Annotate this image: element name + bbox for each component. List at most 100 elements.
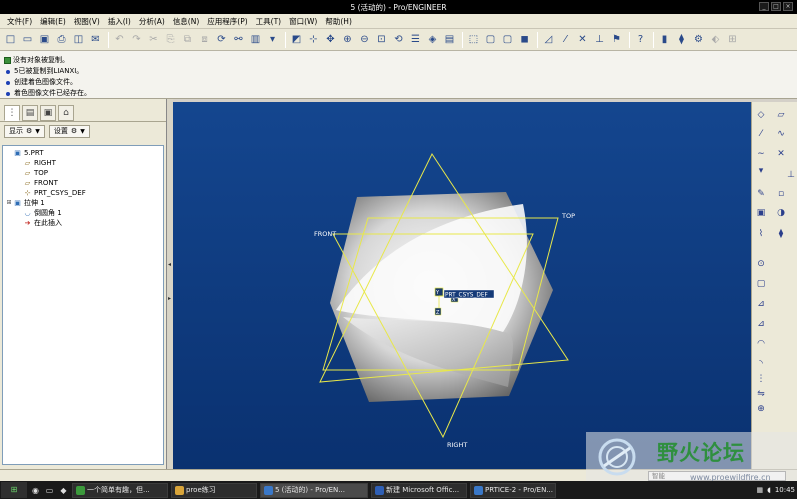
shading-icon[interactable]: ◼: [517, 32, 532, 47]
close-button[interactable]: ×: [783, 2, 793, 11]
hole-icon[interactable]: ⊙: [754, 257, 768, 271]
model-scene[interactable]: FRONT TOP RIGHT Y Z X PRT_CSYS_DEF: [173, 102, 751, 469]
cut-icon[interactable]: ✂: [146, 32, 161, 47]
sketched-curve-icon[interactable]: ∼: [754, 147, 768, 161]
print-preview-icon[interactable]: ◫: [71, 32, 86, 47]
shell-icon[interactable]: ▢: [754, 277, 768, 291]
tray-volume-icon[interactable]: ◖: [767, 483, 771, 497]
tree-item[interactable]: ▱ FRONT: [5, 178, 163, 188]
datum-points-icon[interactable]: ✕: [575, 32, 590, 47]
tray-network-icon[interactable]: ▦: [756, 483, 763, 497]
draft-icon[interactable]: ⊿: [754, 317, 768, 331]
datum-plane-icon[interactable]: ◇: [754, 108, 768, 122]
menu-item-0[interactable]: 文件(F): [3, 16, 36, 27]
csys-create-icon[interactable]: ⊥: [784, 168, 797, 182]
history-tab-icon[interactable]: ⌂: [58, 105, 74, 121]
expand-right-icon[interactable]: ▸: [168, 295, 171, 302]
datum-planes-icon[interactable]: ◿: [541, 32, 556, 47]
merge-icon[interactable]: ⊕: [754, 402, 768, 416]
tree-item[interactable]: ⊞ ▣ 拉伸 1: [5, 198, 163, 208]
feature-icon-2[interactable]: ⧫: [674, 32, 689, 47]
copy-icon[interactable]: ⎘: [163, 32, 178, 47]
folder-browser-tab-icon[interactable]: ▤: [22, 105, 38, 121]
datum-axis-icon[interactable]: ⁄: [754, 127, 768, 141]
feature-icon-3[interactable]: ⚙: [691, 32, 706, 47]
reorient-icon[interactable]: ⟲: [391, 32, 406, 47]
collapse-left-icon[interactable]: ◂: [168, 261, 171, 268]
dropdown-icon[interactable]: ▾: [265, 32, 280, 47]
email-icon[interactable]: ✉: [88, 32, 103, 47]
variable-sweep-icon[interactable]: ⌇: [754, 227, 768, 241]
no-hidden-icon[interactable]: ▢: [500, 32, 515, 47]
orient-mode-icon[interactable]: ✥: [323, 32, 338, 47]
show-menu-button[interactable]: 显示 ⚙ ▼: [4, 125, 45, 138]
datum-plane-offset-icon[interactable]: ▱: [774, 108, 788, 122]
save-icon[interactable]: ▣: [37, 32, 52, 47]
analysis-icon[interactable]: ▫: [774, 187, 788, 201]
extrude-icon[interactable]: ▣: [754, 206, 768, 220]
top-plane-label[interactable]: TOP: [561, 212, 575, 220]
new-icon[interactable]: □: [3, 32, 18, 47]
sketch-tool-icon[interactable]: ✎: [754, 187, 768, 201]
feature-icon-4[interactable]: ⬖: [708, 32, 723, 47]
menu-item-1[interactable]: 编辑(E): [36, 16, 70, 27]
regenerate-icon[interactable]: ⟳: [214, 32, 229, 47]
redo-icon[interactable]: ↷: [129, 32, 144, 47]
datum-point-dropdown-icon[interactable]: ▾: [754, 164, 768, 178]
datum-point-icon[interactable]: ✕: [774, 147, 788, 161]
mirror-icon[interactable]: ⇋: [754, 387, 768, 401]
hidden-line-icon[interactable]: ▢: [483, 32, 498, 47]
quicklaunch-media-icon[interactable]: ◆: [58, 485, 69, 496]
menu-item-8[interactable]: 窗口(W): [285, 16, 321, 27]
menu-item-4[interactable]: 分析(A): [135, 16, 169, 27]
zoom-in-icon[interactable]: ⊕: [340, 32, 355, 47]
revolve-icon[interactable]: ◑: [774, 206, 788, 220]
start-button[interactable]: ⊞: [1, 482, 27, 498]
paste-special-icon[interactable]: ⧈: [197, 32, 212, 47]
datum-axes-icon[interactable]: ⁄: [558, 32, 573, 47]
select-filter-icon[interactable]: ▥: [248, 32, 263, 47]
taskbar-item[interactable]: 一个简单有趣，但...: [72, 482, 168, 498]
chamfer-icon[interactable]: ◝: [754, 357, 768, 371]
rib-icon[interactable]: ⊿: [754, 297, 768, 311]
graphics-window[interactable]: FRONT TOP RIGHT Y Z X PRT_CSYS_DEF: [173, 102, 751, 469]
maximize-button[interactable]: □: [771, 2, 781, 11]
open-icon[interactable]: ▭: [20, 32, 35, 47]
right-plane-label[interactable]: RIGHT: [447, 441, 467, 449]
zoom-out-icon[interactable]: ⊖: [357, 32, 372, 47]
print-icon[interactable]: ⎙: [54, 32, 69, 47]
menu-item-7[interactable]: 工具(T): [252, 16, 285, 27]
tree-item[interactable]: ▱ RIGHT: [5, 158, 163, 168]
blend-icon[interactable]: ⧫: [774, 227, 788, 241]
minimize-button[interactable]: _: [759, 2, 769, 11]
quicklaunch-browser-icon[interactable]: ◉: [30, 485, 41, 496]
favorites-tab-icon[interactable]: ▣: [40, 105, 56, 121]
menu-item-3[interactable]: 插入(I): [104, 16, 135, 27]
round-icon[interactable]: ◠: [754, 337, 768, 351]
feature-icon-1[interactable]: ▮: [657, 32, 672, 47]
context-help-icon[interactable]: ?: [633, 32, 648, 47]
tree-item[interactable]: ⊹ PRT_CSYS_DEF: [5, 188, 163, 198]
layers-icon[interactable]: ◈: [425, 32, 440, 47]
csys-icon[interactable]: ⊥: [592, 32, 607, 47]
taskbar-item[interactable]: 5 (活动的) - Pro/EN...: [260, 482, 368, 498]
spin-center-icon[interactable]: ⊹: [306, 32, 321, 47]
annotations-icon[interactable]: ⚑: [609, 32, 624, 47]
refit-icon[interactable]: ⊡: [374, 32, 389, 47]
quicklaunch-desktop-icon[interactable]: ▭: [44, 485, 55, 496]
menu-item-6[interactable]: 应用程序(P): [203, 16, 251, 27]
menu-item-5[interactable]: 信息(N): [169, 16, 203, 27]
front-plane-label[interactable]: FRONT: [314, 230, 336, 238]
tree-item[interactable]: ▱ TOP: [5, 168, 163, 178]
saved-views-icon[interactable]: ☰: [408, 32, 423, 47]
menu-item-2[interactable]: 视图(V): [70, 16, 104, 27]
settings-menu-button[interactable]: 设置 ⚙ ▼: [48, 125, 90, 138]
view-manager-icon[interactable]: ▤: [442, 32, 457, 47]
feature-icon-5[interactable]: ⊞: [725, 32, 740, 47]
menu-item-9[interactable]: 帮助(H): [321, 16, 356, 27]
tree-expander-icon[interactable]: ⊞: [5, 198, 13, 208]
tree-item[interactable]: ➔ 在此插入: [5, 218, 163, 228]
taskbar-item[interactable]: proe练习: [171, 482, 257, 498]
pattern-icon[interactable]: ⋮: [754, 372, 768, 386]
paste-icon[interactable]: ⧉: [180, 32, 195, 47]
